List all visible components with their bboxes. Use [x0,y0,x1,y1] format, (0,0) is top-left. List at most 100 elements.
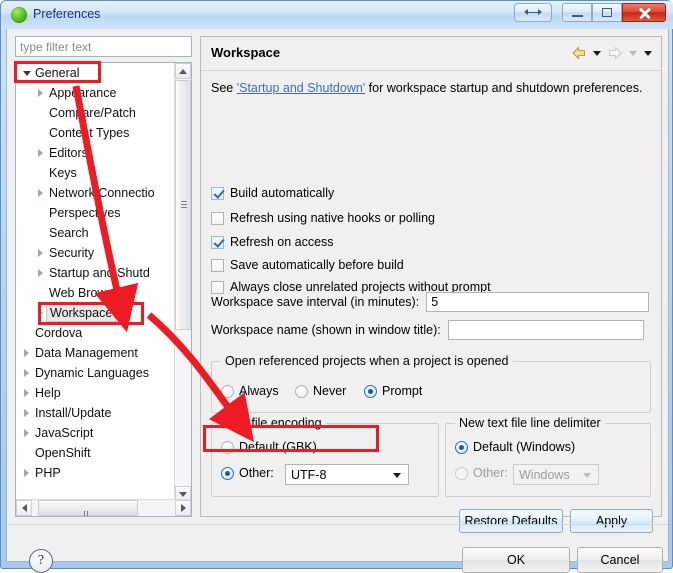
scroll-right-button[interactable] [175,500,191,516]
chevron-right-icon[interactable] [34,243,47,263]
sidebar-item-javascript[interactable]: JavaScript [16,423,176,443]
chevron-right-icon[interactable] [20,423,33,443]
open-referenced-always[interactable]: Always [221,384,279,398]
open-referenced-prompt[interactable]: Prompt [364,384,422,398]
maximize-button[interactable] [592,3,622,22]
cancel-button[interactable]: Cancel [577,547,663,573]
radio-label: Never [313,384,347,398]
chevron-right-icon[interactable] [20,343,33,363]
sidebar-item-perspectives[interactable]: Perspectives [16,203,176,223]
sidebar-item-search[interactable]: Search [16,223,176,243]
sidebar-item-data-management[interactable]: Data Management [16,343,176,363]
page-title: Workspace [211,45,281,60]
ok-button[interactable]: OK [462,547,570,573]
sidebar-item-label: Security [49,246,95,260]
scroll-left-button[interactable] [16,500,32,516]
encoding-other-radio[interactable]: Other: [221,466,274,480]
chevron-right-icon[interactable] [34,263,47,283]
tree-vertical-scrollbar[interactable] [174,63,191,502]
sidebar-item-keys[interactable]: Keys [16,163,176,183]
chevron-right-icon[interactable] [34,143,47,163]
delimiter-default-radio[interactable]: Default (Windows) [455,440,575,454]
chevron-right-icon[interactable] [20,383,33,403]
sidebar-item-label: Keys [49,166,77,180]
text-file-encoding-group: Text file encoding Default (GBK) Other: … [211,416,439,497]
workspace-name-input[interactable] [447,320,644,340]
tree-item-list: General Appearance Compare/Patch Content Ty… [16,63,176,502]
chevron-down-icon [179,491,187,497]
checkbox-label: Save automatically before build [230,258,404,272]
checkbox-refresh-using-native-hooks-or-polling[interactable]: Refresh using native hooks or polling [211,211,435,225]
line-delimiter-group: New text file line delimiter Default (Wi… [445,416,651,497]
save-interval-row: Workspace save interval (in minutes): 5 [211,292,650,312]
checkbox-build-automatically[interactable]: Build automatically [211,186,334,200]
sidebar-item-content-types[interactable]: Content Types [16,123,176,143]
checkbox-refresh-on-access[interactable]: Refresh on access [211,235,334,249]
radio-icon [364,384,377,398]
sidebar-item-label: Perspectives [49,206,121,220]
chevron-down-icon [583,472,591,478]
resize-button[interactable] [514,3,552,22]
open-referenced-never[interactable]: Never [295,384,346,398]
checkbox-save-automatically-before-build[interactable]: Save automatically before build [211,258,404,272]
sidebar-item-startup-and-shutd[interactable]: Startup and Shutd [16,263,176,283]
checkbox-icon [211,235,224,249]
minimize-button[interactable] [562,3,592,22]
sidebar-item-php[interactable]: PHP [16,463,176,483]
page-nav-toolbar[interactable] [570,44,654,62]
close-button[interactable] [622,3,666,22]
preferences-tree[interactable]: General Appearance Compare/Patch Content Ty… [15,62,192,517]
delimiter-other-radio[interactable]: Other: [455,466,508,480]
tree-horizontal-scrollbar[interactable] [16,499,191,516]
sidebar-item-label: Content Types [49,126,130,140]
radio-label: Default (Windows) [473,440,576,454]
save-interval-input[interactable]: 5 [426,292,650,312]
sidebar-item-web-browser[interactable]: Web Browser [16,283,176,303]
chevron-right-icon[interactable] [34,83,47,103]
startup-and-shutdown-link[interactable]: 'Startup and Shutdown' [237,81,365,95]
sidebar-item-install-update[interactable]: Install/Update [16,403,176,423]
radio-icon [221,440,234,454]
sidebar-item-security[interactable]: Security [16,243,176,263]
checkbox-icon [211,258,224,272]
sidebar-item-dynamic-languages[interactable]: Dynamic Languages [16,363,176,383]
workspace-preference-page: Workspace See 'Startup and Shutdown' for… [200,36,662,533]
chevron-down-icon[interactable] [20,63,33,83]
sidebar-item-appearance[interactable]: Appearance [16,83,176,103]
sidebar-item-label: Compare/Patch [49,106,136,120]
sidebar-item-compare-patch[interactable]: Compare/Patch [16,103,176,123]
back-dropdown-icon[interactable] [593,50,601,56]
sidebar-item-workspace[interactable]: Workspace [16,303,176,323]
chevron-right-icon[interactable] [20,403,33,423]
sidebar-item-label: Workspace [46,304,117,322]
window-titlebar[interactable]: Preferences [1,1,673,29]
sidebar-item-help[interactable]: Help [16,383,176,403]
encoding-default-radio[interactable]: Default (GBK) [221,440,317,454]
encoding-combo-value: UTF-8 [291,467,327,482]
window-title: Preferences [33,7,101,21]
sidebar-item-network-connectio[interactable]: Network Connectio [16,183,176,203]
encoding-combo[interactable]: UTF-8 [285,464,409,485]
sidebar-item-editors[interactable]: Editors [16,143,176,163]
sidebar-item-label: Install/Update [35,406,112,420]
chevron-right-icon[interactable] [20,363,33,383]
maximize-icon [602,8,612,17]
sidebar-item-label: Editors [49,146,88,160]
sidebar-item-openshift[interactable]: OpenShift [16,443,176,463]
apply-button[interactable]: Apply [570,509,653,533]
sidebar-item-label: Data Management [35,346,138,360]
sidebar-item-cordova[interactable]: Cordova [16,323,176,343]
back-arrow-icon[interactable] [570,44,588,62]
scrollbar-grip-icon [84,506,92,516]
sidebar-item-general[interactable]: General [16,63,176,83]
help-icon[interactable]: ? [29,549,53,573]
view-menu-icon[interactable] [644,50,652,56]
tree-hscrollbar-thumb[interactable] [38,500,138,516]
tree-scrollbar-thumb[interactable] [175,80,191,330]
sidebar-item-label: Help [35,386,61,400]
scroll-up-button[interactable] [175,63,191,79]
restore-defaults-button[interactable]: Restore Defaults [459,509,563,533]
filter-input[interactable]: type filter text [15,36,192,57]
chevron-right-icon[interactable] [20,463,33,483]
chevron-right-icon[interactable] [34,183,47,203]
